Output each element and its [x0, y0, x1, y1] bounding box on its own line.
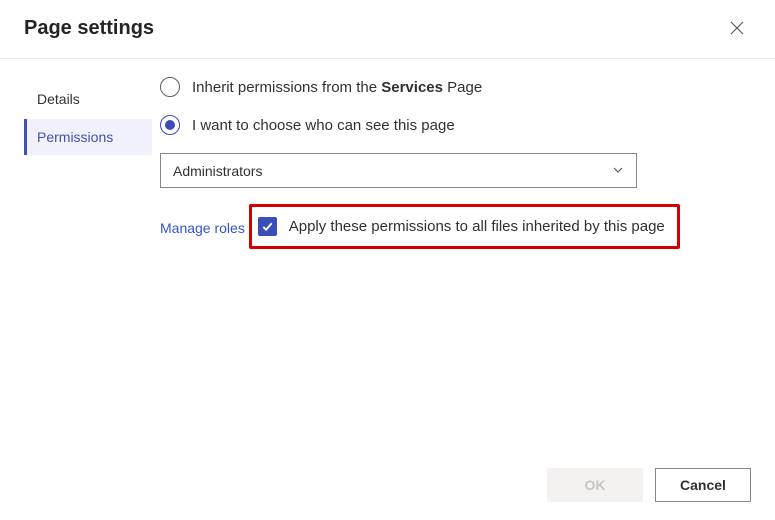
tab-label: Permissions [37, 129, 113, 145]
permissions-panel: Inherit permissions from the Services Pa… [160, 71, 775, 456]
close-button[interactable] [723, 14, 751, 42]
radio-inherit-row[interactable]: Inherit permissions from the Services Pa… [160, 77, 751, 97]
tab-label: Details [37, 91, 80, 107]
manage-roles-link[interactable]: Manage roles [160, 220, 245, 236]
dialog-header: Page settings [0, 0, 775, 59]
radio-choose-row[interactable]: I want to choose who can see this page [160, 115, 751, 135]
check-icon [261, 220, 274, 233]
dialog-footer: OK Cancel [0, 456, 775, 520]
close-icon [730, 21, 744, 35]
role-select-value: Administrators [173, 163, 262, 179]
radio-choose-label: I want to choose who can see this page [192, 117, 455, 134]
apply-permissions-highlight: Apply these permissions to all files inh… [249, 204, 680, 249]
apply-checkbox-label: Apply these permissions to all files inh… [289, 218, 665, 235]
tab-permissions[interactable]: Permissions [24, 119, 152, 155]
radio-choose[interactable] [160, 115, 180, 135]
cancel-button-label: Cancel [680, 477, 726, 493]
ok-button-label: OK [585, 477, 606, 493]
radio-dot-icon [165, 120, 175, 130]
chevron-down-icon [612, 163, 624, 179]
page-settings-dialog: Page settings Details Permissions Inheri… [0, 0, 775, 520]
apply-checkbox[interactable] [258, 217, 277, 236]
dialog-title: Page settings [24, 17, 154, 40]
radio-inherit[interactable] [160, 77, 180, 97]
dialog-body: Details Permissions Inherit permissions … [0, 59, 775, 456]
radio-inherit-label: Inherit permissions from the Services Pa… [192, 79, 482, 96]
ok-button: OK [547, 468, 643, 502]
cancel-button[interactable]: Cancel [655, 468, 751, 502]
sidebar: Details Permissions [0, 71, 160, 456]
role-select[interactable]: Administrators [160, 153, 637, 188]
tab-details[interactable]: Details [24, 81, 152, 117]
